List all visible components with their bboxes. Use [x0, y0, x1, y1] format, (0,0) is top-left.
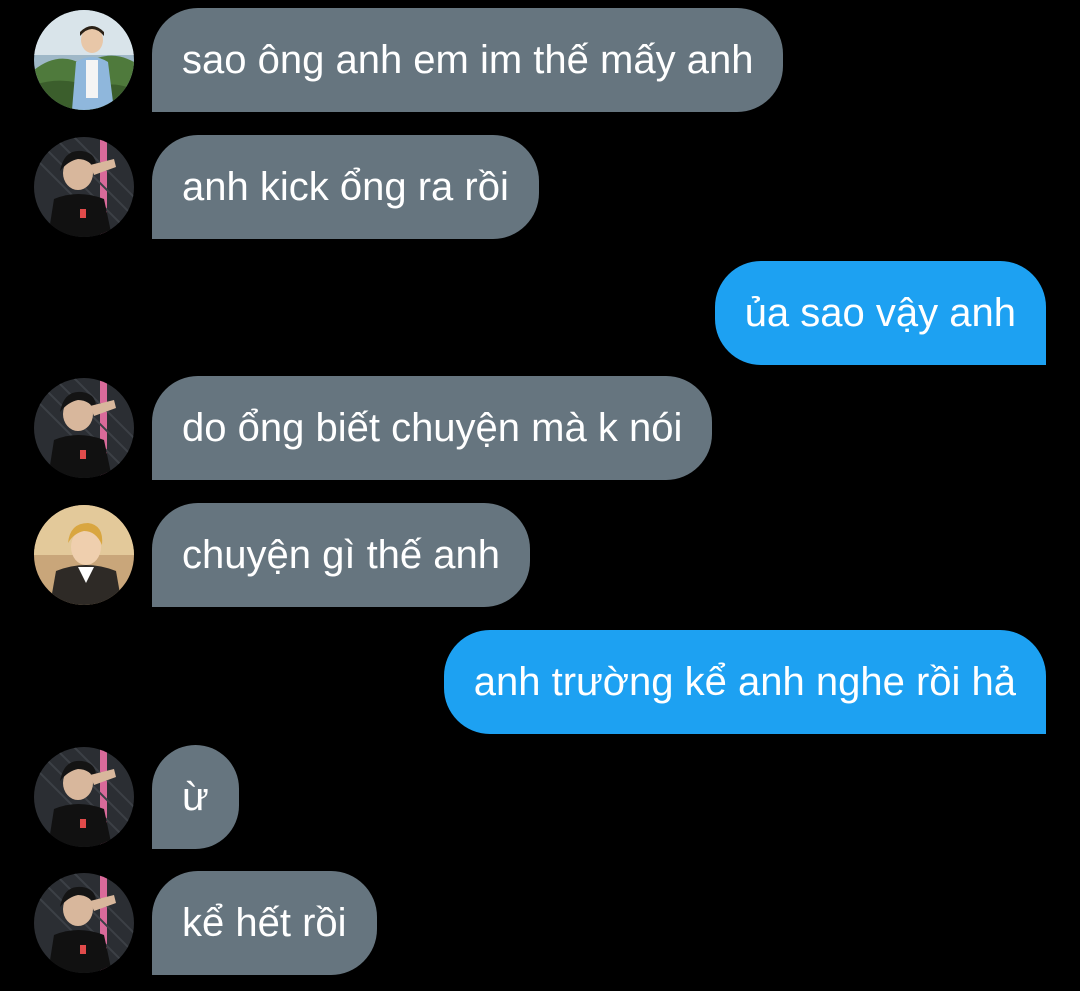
message-row: anh trường kể anh nghe rồi hả — [443, 630, 1046, 734]
message-row: ủa sao vậy anh — [714, 261, 1046, 365]
message-text: ủa sao vậy anh — [744, 290, 1016, 335]
message-text: chuyện gì thế anh — [182, 532, 501, 577]
message-row: sao ông anh em im thế mấy anh — [34, 8, 784, 112]
avatar-user-b[interactable] — [34, 873, 134, 973]
message-text: anh trường kể anh nghe rồi hả — [473, 659, 1016, 704]
avatar-user-a[interactable] — [34, 10, 134, 110]
message-text: anh kick ổng ra rồi — [182, 164, 509, 209]
incoming-message-bubble[interactable]: sao ông anh em im thế mấy anh — [152, 8, 784, 112]
message-text: do ổng biết chuyện mà k nói — [182, 405, 683, 450]
message-row: ừ — [34, 745, 239, 849]
message-text: ừ — [182, 774, 209, 819]
outgoing-message-bubble[interactable]: anh trường kể anh nghe rồi hả — [443, 630, 1046, 734]
message-text: kể hết rồi — [182, 900, 347, 945]
message-text: sao ông anh em im thế mấy anh — [182, 37, 754, 82]
incoming-message-bubble[interactable]: kể hết rồi — [152, 871, 377, 975]
outgoing-message-bubble[interactable]: ủa sao vậy anh — [714, 261, 1046, 365]
avatar-user-b[interactable] — [34, 747, 134, 847]
incoming-message-bubble[interactable]: ừ — [152, 745, 239, 849]
incoming-message-bubble[interactable]: chuyện gì thế anh — [152, 503, 531, 607]
incoming-message-bubble[interactable]: do ổng biết chuyện mà k nói — [152, 376, 713, 480]
message-row: anh kick ổng ra rồi — [34, 135, 539, 239]
message-row: do ổng biết chuyện mà k nói — [34, 376, 713, 480]
avatar-user-b[interactable] — [34, 137, 134, 237]
avatar-user-c[interactable] — [34, 505, 134, 605]
chat-thread: sao ông anh em im thế mấy anh anh kick ổ… — [0, 0, 1080, 991]
incoming-message-bubble[interactable]: anh kick ổng ra rồi — [152, 135, 539, 239]
message-row: kể hết rồi — [34, 871, 377, 975]
message-row: chuyện gì thế anh — [34, 503, 531, 607]
avatar-user-b[interactable] — [34, 378, 134, 478]
